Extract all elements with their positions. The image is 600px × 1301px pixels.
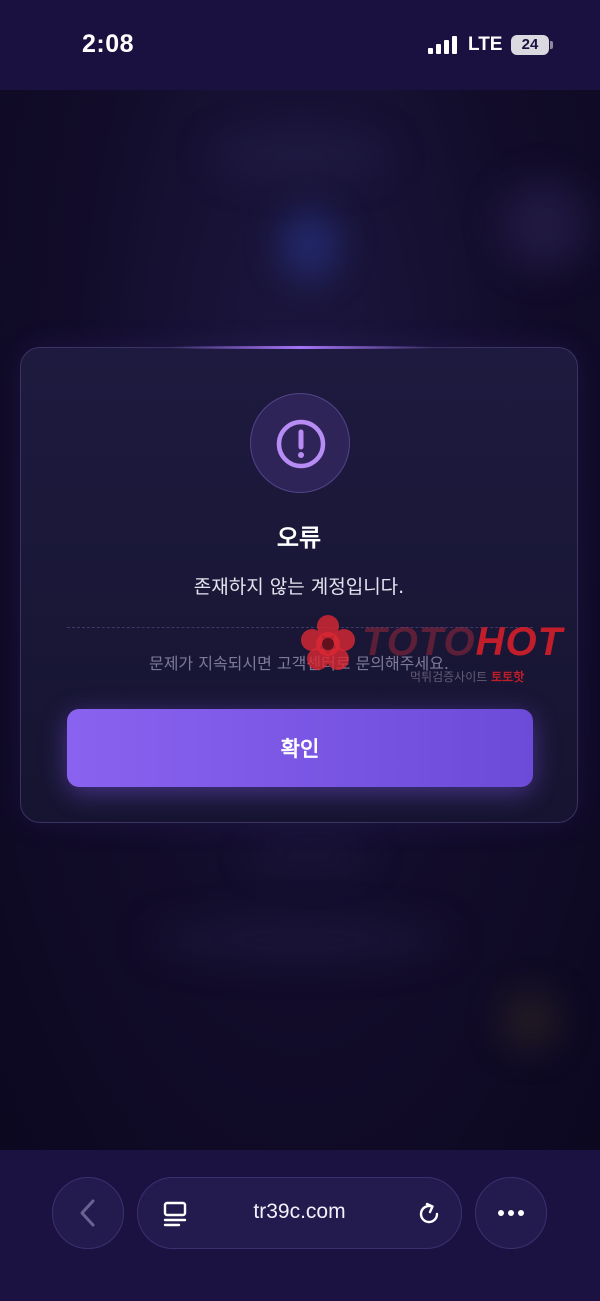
network-type: LTE <box>468 34 503 55</box>
confirm-button[interactable]: 확인 <box>67 709 533 787</box>
error-dialog: 오류 존재하지 않는 계정입니다. 문제가 지속되시면 고객센터로 문의해주세요… <box>20 346 578 823</box>
signal-strength-icon <box>428 36 458 54</box>
watermark: TOTOHOT 먹튀검증사이트 토토핫 <box>298 614 598 692</box>
chevron-left-icon <box>80 1199 95 1227</box>
watermark-subtext: 먹튀검증사이트 토토핫 <box>410 668 524 685</box>
watermark-brand: TOTOHOT <box>362 620 563 665</box>
battery-icon: 24 <box>511 35 549 55</box>
dialog-message: 존재하지 않는 계정입니다. <box>193 576 405 598</box>
url-text: tr39c.com <box>253 1200 346 1223</box>
status-time: 2:08 <box>82 30 135 58</box>
exclamation-circle-icon <box>276 419 326 469</box>
browser-toolbar: tr39c.com <box>0 1150 600 1301</box>
dialog-top-glow <box>171 346 431 349</box>
address-bar[interactable]: tr39c.com <box>137 1177 462 1249</box>
reload-icon[interactable] <box>415 1200 443 1228</box>
status-bar: 2:08 LTE 24 <box>0 0 600 90</box>
watermark-logo-icon <box>301 615 355 670</box>
watermark-brand-part1: TOTO <box>362 620 476 664</box>
watermark-subtext-red: 토토핫 <box>491 670 525 684</box>
more-dots-icon <box>498 1210 524 1216</box>
alert-icon-container <box>250 393 350 493</box>
battery-tip <box>550 41 553 49</box>
back-button[interactable] <box>52 1177 124 1249</box>
watermark-subtext-gray: 먹튀검증사이트 <box>410 670 488 684</box>
more-button[interactable] <box>475 1177 547 1249</box>
watermark-brand-part2: HOT <box>475 620 564 664</box>
dialog-title: 오류 <box>276 524 322 552</box>
